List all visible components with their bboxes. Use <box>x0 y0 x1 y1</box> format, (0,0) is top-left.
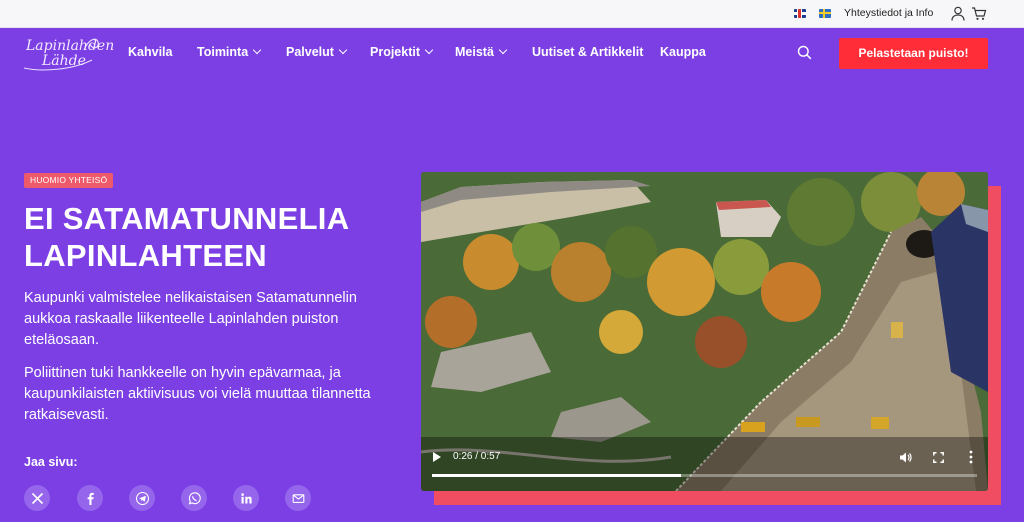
facebook-icon <box>87 492 94 505</box>
category-badge[interactable]: HUOMIO YHTEISÖ <box>24 173 114 188</box>
intro-paragraph: Kaupunki valmistelee nelikaistaisen Sata… <box>24 290 357 348</box>
nav-item-label: Projektit <box>370 45 421 59</box>
save-the-park-button[interactable]: Pelastetaan puisto! <box>839 38 988 69</box>
fullscreen-icon[interactable] <box>933 452 944 463</box>
volume-icon[interactable] <box>899 451 912 464</box>
nav-item-label: Kauppa <box>660 45 706 59</box>
linkedin-icon <box>240 492 252 503</box>
site-logo[interactable]: Lapinlahden Lähde <box>22 30 114 74</box>
chevron-down-icon <box>252 45 262 55</box>
cart-icon[interactable] <box>971 6 987 21</box>
chevron-down-icon <box>498 45 508 55</box>
nav-item-kahvila[interactable]: Kahvila <box>128 45 172 59</box>
logo-text-line2: Lähde <box>42 53 86 69</box>
user-icon[interactable] <box>951 6 965 21</box>
nav-item-kauppa[interactable]: Kauppa <box>660 45 706 59</box>
nav-item-palvelut[interactable]: Palvelut <box>286 45 348 59</box>
nav-item-meista[interactable]: Meistä <box>455 45 508 59</box>
uk-flag-icon[interactable] <box>794 9 806 18</box>
whatsapp-icon <box>188 491 201 505</box>
share-telegram-button[interactable] <box>129 485 155 511</box>
video-player[interactable] <box>421 172 988 491</box>
nav-item-label: Toiminta <box>197 45 249 59</box>
telegram-icon <box>135 491 149 505</box>
nav-item-label: Palvelut <box>286 45 334 59</box>
share-label: Jaa sivu: <box>24 455 78 469</box>
video-progress-fill <box>432 474 681 477</box>
second-paragraph: Poliittinen tuki hankkeelle on hyvin epä… <box>24 365 371 423</box>
nav-item-toiminta[interactable]: Toiminta <box>197 45 262 59</box>
video-progress-bar[interactable] <box>432 474 977 477</box>
nav-item-uutiset[interactable]: Uutiset & Artikkelit <box>532 45 643 59</box>
share-x-button[interactable] <box>24 485 50 511</box>
logo-text-line1: Lapinlahden <box>26 38 115 54</box>
share-facebook-button[interactable] <box>77 485 103 511</box>
x-icon <box>31 492 43 504</box>
share-linkedin-button[interactable] <box>233 485 259 511</box>
nav-item-label: Meistä <box>455 45 494 59</box>
nav-item-label: Uutiset & Artikkelit <box>532 45 644 59</box>
top-utility-bar: Yhteystiedot ja Info <box>0 0 1024 28</box>
more-options-icon[interactable] <box>967 450 975 464</box>
share-email-button[interactable] <box>285 485 311 511</box>
contact-info-link[interactable]: Yhteystiedot ja Info <box>844 7 933 19</box>
share-whatsapp-button[interactable] <box>181 485 207 511</box>
email-icon <box>292 493 304 503</box>
chevron-down-icon <box>338 45 348 55</box>
page-title: EI SATAMATUNNELIA LAPINLAHTEEN <box>24 201 349 273</box>
chevron-down-icon <box>424 45 434 55</box>
nav-item-label: Kahvila <box>128 45 173 59</box>
play-icon[interactable] <box>431 451 443 463</box>
video-time: 0:26 / 0:57 <box>453 451 501 462</box>
search-icon[interactable] <box>797 45 812 60</box>
aerial-park-construction-image <box>421 172 988 491</box>
nav-item-projektit[interactable]: Projektit <box>370 45 434 59</box>
sweden-flag-icon[interactable] <box>819 9 831 18</box>
